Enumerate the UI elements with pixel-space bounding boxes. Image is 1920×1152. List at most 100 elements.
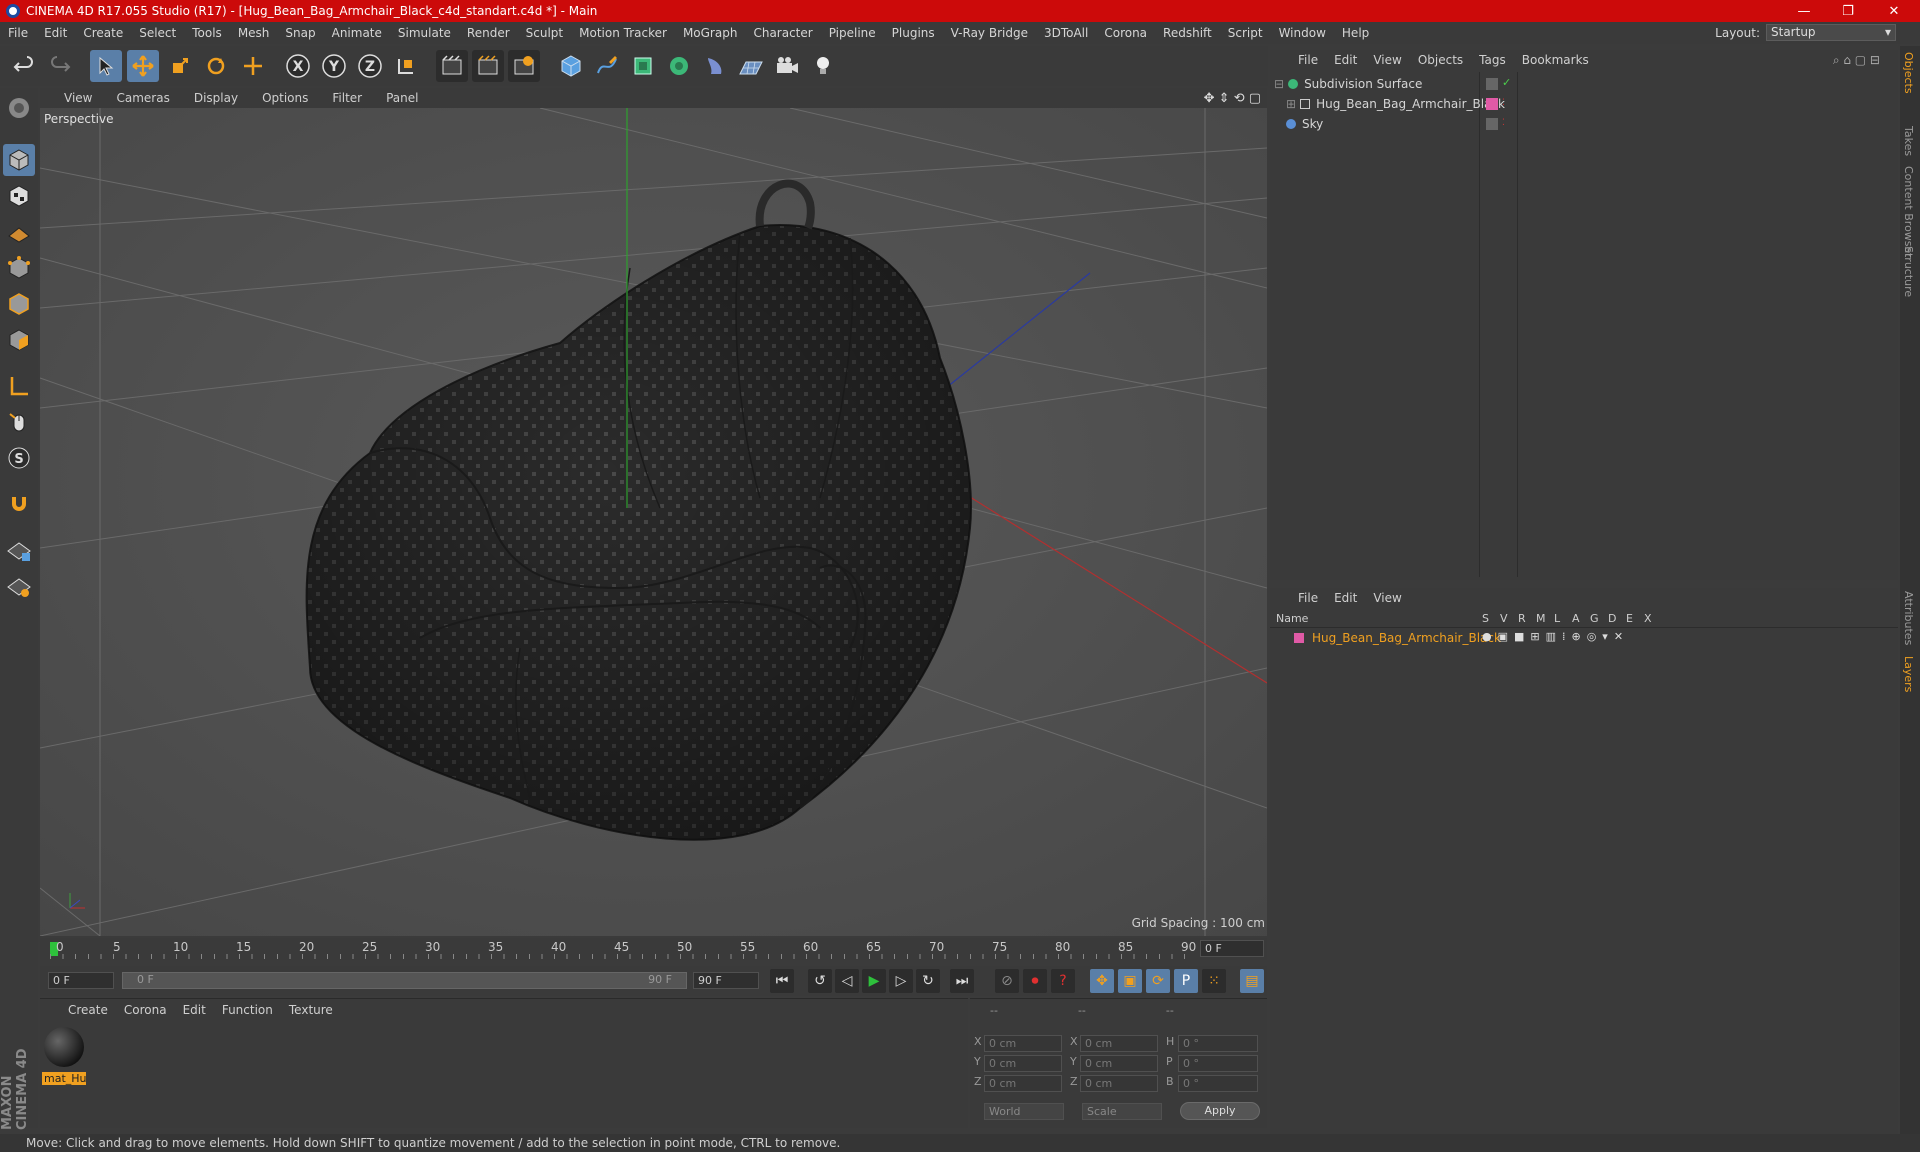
menu-snap[interactable]: Snap	[277, 26, 323, 40]
menu-edit[interactable]: Edit	[36, 26, 75, 40]
undo-icon[interactable]	[8, 50, 40, 82]
objects-menu-bookmarks[interactable]: Bookmarks	[1514, 53, 1597, 67]
deformer-icon[interactable]	[699, 50, 731, 82]
layer-color-swatch[interactable]	[1486, 118, 1498, 130]
maximize-button[interactable]: ❐	[1826, 0, 1870, 22]
end-frame-field[interactable]: 90 F	[693, 972, 759, 989]
object-row-sky[interactable]: Sky	[1286, 114, 1323, 134]
play-icon[interactable]: ▶	[862, 969, 886, 993]
previous-key-icon[interactable]: ↺	[808, 969, 832, 993]
viewport-menu-filter[interactable]: Filter	[320, 91, 374, 105]
render-picture-viewer-icon[interactable]	[472, 50, 504, 82]
mograph-cloner-icon[interactable]	[663, 50, 695, 82]
size-mode-dropdown[interactable]: Scale	[1082, 1103, 1162, 1120]
layer-color-icon[interactable]	[1294, 633, 1304, 643]
timeline-ruler[interactable]: 0 5 10 15 20 25 30 35 40 45 50 55 60 65 …	[40, 938, 1267, 960]
menu-animate[interactable]: Animate	[324, 26, 390, 40]
keyframe-selection-icon[interactable]: ⊘	[995, 969, 1019, 993]
material-menu-function[interactable]: Function	[214, 1003, 281, 1017]
move-tool-icon[interactable]	[127, 50, 159, 82]
layer-flags-icons[interactable]: ●▣■⊞▥⁞⊕◎▾✕	[1482, 630, 1629, 643]
rotation-b-field[interactable]: 0 °	[1178, 1075, 1258, 1092]
menu-select[interactable]: Select	[131, 26, 184, 40]
coordinate-space-dropdown[interactable]: World	[984, 1103, 1064, 1120]
rotate-tool-icon[interactable]	[200, 50, 232, 82]
viewport-menu-view[interactable]: View	[40, 91, 104, 105]
objects-menu-view[interactable]: View	[1365, 53, 1409, 67]
tab-content-browser[interactable]: Content Browser	[1902, 166, 1915, 258]
go-to-start-icon[interactable]: ⏮	[770, 969, 794, 993]
spline-pen-icon[interactable]	[591, 50, 623, 82]
layer-color-swatch[interactable]	[1486, 98, 1498, 110]
layers-menu-file[interactable]: File	[1290, 591, 1326, 605]
edges-mode-icon[interactable]	[3, 288, 35, 320]
visibility-dots-icon[interactable]: ⁚	[1502, 98, 1505, 108]
material-menu-create[interactable]: Create	[60, 1003, 116, 1017]
menu-file[interactable]: File	[0, 26, 36, 40]
position-x-field[interactable]: 0 cm	[984, 1035, 1062, 1052]
tab-layers[interactable]: Layers	[1902, 656, 1915, 692]
viewport-menu-cameras[interactable]: Cameras	[104, 91, 181, 105]
scale-tool-icon[interactable]	[164, 50, 196, 82]
x-axis-lock-icon[interactable]: X	[282, 50, 314, 82]
redo-icon[interactable]	[44, 50, 76, 82]
start-frame-field[interactable]: 0 F	[48, 972, 114, 989]
record-keys-icon[interactable]: ⏺	[1023, 969, 1047, 993]
position-z-field[interactable]: 0 cm	[984, 1075, 1062, 1092]
render-settings-icon[interactable]	[508, 50, 540, 82]
viewport-navigation-icons[interactable]: ✥ ⇕ ⟲ ▢	[1204, 91, 1261, 106]
light-icon[interactable]	[807, 50, 839, 82]
nurbs-generator-icon[interactable]	[627, 50, 659, 82]
key-position-icon[interactable]: ✥	[1090, 969, 1114, 993]
floor-environment-icon[interactable]	[735, 50, 767, 82]
live-selection-icon[interactable]	[237, 50, 269, 82]
object-row-armchair[interactable]: ⊞ Hug_Bean_Bag_Armchair_Black	[1286, 94, 1505, 114]
size-x-field[interactable]: 0 cm	[1080, 1035, 1158, 1052]
objects-menu-file[interactable]: File	[1290, 53, 1326, 67]
previous-frame-icon[interactable]: ◁	[835, 969, 859, 993]
position-y-field[interactable]: 0 cm	[984, 1055, 1062, 1072]
layers-menu-view[interactable]: View	[1365, 591, 1409, 605]
menu-redshift[interactable]: Redshift	[1155, 26, 1220, 40]
material-menu-texture[interactable]: Texture	[281, 1003, 341, 1017]
menu-pipeline[interactable]: Pipeline	[821, 26, 884, 40]
rotation-p-field[interactable]: 0 °	[1178, 1055, 1258, 1072]
timeline-window-icon[interactable]: ▤	[1240, 969, 1264, 993]
size-z-field[interactable]: 0 cm	[1080, 1075, 1158, 1092]
coordinate-system-icon[interactable]	[390, 50, 422, 82]
material-swatch[interactable]: mat_Hu	[42, 1025, 88, 1085]
menu-plugins[interactable]: Plugins	[884, 26, 943, 40]
layer-color-swatch[interactable]	[1486, 78, 1498, 90]
tab-takes[interactable]: Takes	[1902, 126, 1915, 156]
y-axis-lock-icon[interactable]: Y	[318, 50, 350, 82]
next-key-icon[interactable]: ↻	[916, 969, 940, 993]
magnet-snap-icon[interactable]	[3, 488, 35, 520]
texture-mode-icon[interactable]	[3, 180, 35, 212]
menu-create[interactable]: Create	[75, 26, 131, 40]
objects-menu-edit[interactable]: Edit	[1326, 53, 1365, 67]
camera-icon[interactable]	[771, 50, 803, 82]
grid-lock-icon[interactable]	[3, 534, 35, 566]
frame-range-slider[interactable]: 0 F 90 F	[122, 972, 687, 989]
points-mode-icon[interactable]	[3, 252, 35, 284]
key-rotation-icon[interactable]: ⟳	[1146, 969, 1170, 993]
grid-snap-icon[interactable]	[3, 570, 35, 602]
select-arrow-icon[interactable]	[90, 50, 122, 82]
menu-sculpt[interactable]: Sculpt	[518, 26, 571, 40]
menu-tools[interactable]: Tools	[184, 26, 230, 40]
object-manager-search-icons[interactable]: ⌕ ⌂ ▢ ⊟	[1825, 53, 1888, 68]
viewport-menu-display[interactable]: Display	[182, 91, 250, 105]
workplane-mode-icon[interactable]	[3, 216, 35, 248]
render-view-icon[interactable]	[436, 50, 468, 82]
menu-3dtoall[interactable]: 3DToAll	[1036, 26, 1096, 40]
close-button[interactable]: ✕	[1872, 0, 1916, 22]
size-y-field[interactable]: 0 cm	[1080, 1055, 1158, 1072]
layer-row[interactable]: Hug_Bean_Bag_Armchair_Black ●▣■⊞▥⁞⊕◎▾✕	[1270, 630, 1898, 648]
next-frame-icon[interactable]: ▷	[889, 969, 913, 993]
enabled-check-icon[interactable]: ✓	[1502, 76, 1511, 89]
tweak-mode-icon[interactable]	[3, 406, 35, 438]
menu-simulate[interactable]: Simulate	[390, 26, 459, 40]
key-scale-icon[interactable]: ▣	[1118, 969, 1142, 993]
key-pla-icon[interactable]: ⁙	[1202, 969, 1226, 993]
rotation-h-field[interactable]: 0 °	[1178, 1035, 1258, 1052]
